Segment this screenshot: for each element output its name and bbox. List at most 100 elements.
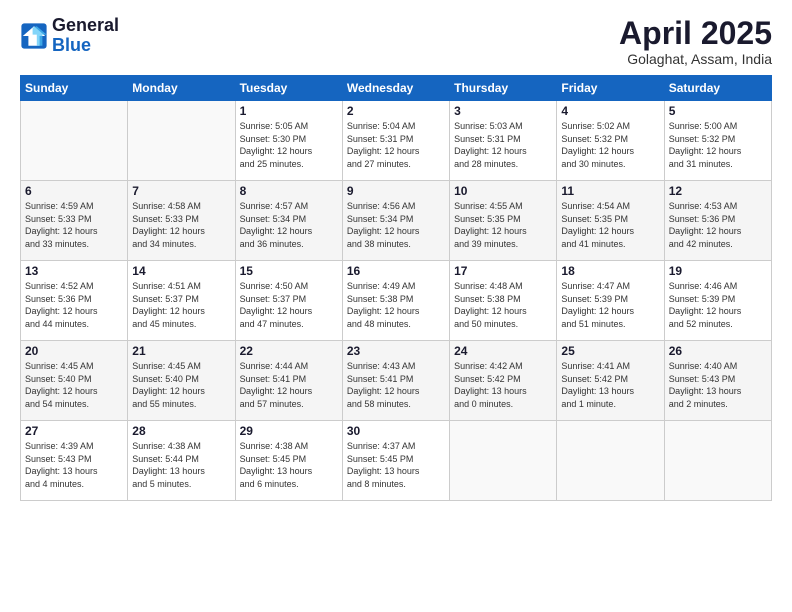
col-header-wednesday: Wednesday <box>342 76 449 101</box>
calendar-week-4: 20 Sunrise: 4:45 AM Sunset: 5:40 PM Dayli… <box>21 341 772 421</box>
day-number: 14 <box>132 264 230 278</box>
day-info: Sunrise: 5:04 AM Sunset: 5:31 PM Dayligh… <box>347 120 445 170</box>
day-info: Sunrise: 4:57 AM Sunset: 5:34 PM Dayligh… <box>240 200 338 250</box>
day-number: 10 <box>454 184 552 198</box>
day-number: 15 <box>240 264 338 278</box>
col-header-saturday: Saturday <box>664 76 771 101</box>
calendar-cell: 2 Sunrise: 5:04 AM Sunset: 5:31 PM Daylig… <box>342 101 449 181</box>
calendar-cell: 26 Sunrise: 4:40 AM Sunset: 5:43 PM Dayli… <box>664 341 771 421</box>
day-info: Sunrise: 4:55 AM Sunset: 5:35 PM Dayligh… <box>454 200 552 250</box>
day-number: 7 <box>132 184 230 198</box>
calendar-cell: 7 Sunrise: 4:58 AM Sunset: 5:33 PM Daylig… <box>128 181 235 261</box>
page: General Blue April 2025 Golaghat, Assam,… <box>0 0 792 612</box>
day-info: Sunrise: 4:59 AM Sunset: 5:33 PM Dayligh… <box>25 200 123 250</box>
calendar-cell: 15 Sunrise: 4:50 AM Sunset: 5:37 PM Dayli… <box>235 261 342 341</box>
day-number: 9 <box>347 184 445 198</box>
location: Golaghat, Assam, India <box>619 51 772 67</box>
day-info: Sunrise: 5:03 AM Sunset: 5:31 PM Dayligh… <box>454 120 552 170</box>
calendar-cell <box>450 421 557 501</box>
calendar-cell: 9 Sunrise: 4:56 AM Sunset: 5:34 PM Daylig… <box>342 181 449 261</box>
calendar-table: SundayMondayTuesdayWednesdayThursdayFrid… <box>20 75 772 501</box>
col-header-sunday: Sunday <box>21 76 128 101</box>
calendar-cell: 16Sunrise: 4:49 AM Sunset: 5:38 PM Dayli… <box>342 261 449 341</box>
day-number: 20 <box>25 344 123 358</box>
calendar-cell: 10 Sunrise: 4:55 AM Sunset: 5:35 PM Dayli… <box>450 181 557 261</box>
calendar-cell: 17 Sunrise: 4:48 AM Sunset: 5:38 PM Dayli… <box>450 261 557 341</box>
day-info: Sunrise: 5:05 AM Sunset: 5:30 PM Dayligh… <box>240 120 338 170</box>
calendar-cell: 23 Sunrise: 4:43 AM Sunset: 5:41 PM Dayli… <box>342 341 449 421</box>
day-number: 21 <box>132 344 230 358</box>
day-info: Sunrise: 4:39 AM Sunset: 5:43 PM Dayligh… <box>25 440 123 490</box>
calendar-cell: 6 Sunrise: 4:59 AM Sunset: 5:33 PM Daylig… <box>21 181 128 261</box>
day-number: 23 <box>347 344 445 358</box>
calendar-cell: 1 Sunrise: 5:05 AM Sunset: 5:30 PM Daylig… <box>235 101 342 181</box>
calendar-cell: 30 Sunrise: 4:37 AM Sunset: 5:45 PM Dayli… <box>342 421 449 501</box>
day-info: Sunrise: 4:43 AM Sunset: 5:41 PM Dayligh… <box>347 360 445 410</box>
day-number: 1 <box>240 104 338 118</box>
day-info: Sunrise: 5:02 AM Sunset: 5:32 PM Dayligh… <box>561 120 659 170</box>
day-number: 24 <box>454 344 552 358</box>
col-header-thursday: Thursday <box>450 76 557 101</box>
day-number: 17 <box>454 264 552 278</box>
day-number: 29 <box>240 424 338 438</box>
calendar-cell: 29 Sunrise: 4:38 AM Sunset: 5:45 PM Dayli… <box>235 421 342 501</box>
calendar-cell: 13 Sunrise: 4:52 AM Sunset: 5:36 PM Dayli… <box>21 261 128 341</box>
day-info: Sunrise: 4:44 AM Sunset: 5:41 PM Dayligh… <box>240 360 338 410</box>
calendar-cell: 11Sunrise: 4:54 AM Sunset: 5:35 PM Dayli… <box>557 181 664 261</box>
calendar-cell: 8 Sunrise: 4:57 AM Sunset: 5:34 PM Daylig… <box>235 181 342 261</box>
title-block: April 2025 Golaghat, Assam, India <box>619 16 772 67</box>
logo-general: General <box>52 16 119 36</box>
day-info: Sunrise: 4:38 AM Sunset: 5:45 PM Dayligh… <box>240 440 338 490</box>
calendar-cell: 22Sunrise: 4:44 AM Sunset: 5:41 PM Dayli… <box>235 341 342 421</box>
calendar-cell <box>21 101 128 181</box>
day-number: 18 <box>561 264 659 278</box>
day-info: Sunrise: 4:45 AM Sunset: 5:40 PM Dayligh… <box>25 360 123 410</box>
logo-icon <box>20 22 48 50</box>
calendar-week-1: 1 Sunrise: 5:05 AM Sunset: 5:30 PM Daylig… <box>21 101 772 181</box>
day-info: Sunrise: 4:40 AM Sunset: 5:43 PM Dayligh… <box>669 360 767 410</box>
calendar-cell <box>128 101 235 181</box>
day-info: Sunrise: 4:45 AM Sunset: 5:40 PM Dayligh… <box>132 360 230 410</box>
day-info: Sunrise: 4:38 AM Sunset: 5:44 PM Dayligh… <box>132 440 230 490</box>
day-number: 8 <box>240 184 338 198</box>
calendar-week-5: 27Sunrise: 4:39 AM Sunset: 5:43 PM Dayli… <box>21 421 772 501</box>
calendar-cell <box>664 421 771 501</box>
day-info: Sunrise: 5:00 AM Sunset: 5:32 PM Dayligh… <box>669 120 767 170</box>
day-info: Sunrise: 4:37 AM Sunset: 5:45 PM Dayligh… <box>347 440 445 490</box>
day-number: 26 <box>669 344 767 358</box>
day-number: 16 <box>347 264 445 278</box>
calendar-cell: 21 Sunrise: 4:45 AM Sunset: 5:40 PM Dayli… <box>128 341 235 421</box>
calendar-week-3: 13 Sunrise: 4:52 AM Sunset: 5:36 PM Dayli… <box>21 261 772 341</box>
calendar-cell <box>557 421 664 501</box>
col-header-friday: Friday <box>557 76 664 101</box>
day-info: Sunrise: 4:50 AM Sunset: 5:37 PM Dayligh… <box>240 280 338 330</box>
day-info: Sunrise: 4:56 AM Sunset: 5:34 PM Dayligh… <box>347 200 445 250</box>
day-info: Sunrise: 4:41 AM Sunset: 5:42 PM Dayligh… <box>561 360 659 410</box>
day-number: 30 <box>347 424 445 438</box>
day-number: 2 <box>347 104 445 118</box>
col-header-monday: Monday <box>128 76 235 101</box>
day-number: 6 <box>25 184 123 198</box>
col-header-tuesday: Tuesday <box>235 76 342 101</box>
day-info: Sunrise: 4:52 AM Sunset: 5:36 PM Dayligh… <box>25 280 123 330</box>
day-number: 19 <box>669 264 767 278</box>
day-number: 13 <box>25 264 123 278</box>
day-number: 3 <box>454 104 552 118</box>
day-number: 4 <box>561 104 659 118</box>
day-info: Sunrise: 4:58 AM Sunset: 5:33 PM Dayligh… <box>132 200 230 250</box>
day-info: Sunrise: 4:42 AM Sunset: 5:42 PM Dayligh… <box>454 360 552 410</box>
logo-text: General Blue <box>52 16 119 56</box>
calendar-cell: 4 Sunrise: 5:02 AM Sunset: 5:32 PM Daylig… <box>557 101 664 181</box>
day-number: 11 <box>561 184 659 198</box>
day-number: 5 <box>669 104 767 118</box>
logo: General Blue <box>20 16 119 56</box>
day-info: Sunrise: 4:48 AM Sunset: 5:38 PM Dayligh… <box>454 280 552 330</box>
day-info: Sunrise: 4:47 AM Sunset: 5:39 PM Dayligh… <box>561 280 659 330</box>
calendar-header-row: SundayMondayTuesdayWednesdayThursdayFrid… <box>21 76 772 101</box>
calendar-week-2: 6 Sunrise: 4:59 AM Sunset: 5:33 PM Daylig… <box>21 181 772 261</box>
calendar-cell: 25Sunrise: 4:41 AM Sunset: 5:42 PM Dayli… <box>557 341 664 421</box>
calendar-cell: 14Sunrise: 4:51 AM Sunset: 5:37 PM Dayli… <box>128 261 235 341</box>
calendar-cell: 5 Sunrise: 5:00 AM Sunset: 5:32 PM Daylig… <box>664 101 771 181</box>
day-info: Sunrise: 4:53 AM Sunset: 5:36 PM Dayligh… <box>669 200 767 250</box>
calendar-cell: 27Sunrise: 4:39 AM Sunset: 5:43 PM Dayli… <box>21 421 128 501</box>
